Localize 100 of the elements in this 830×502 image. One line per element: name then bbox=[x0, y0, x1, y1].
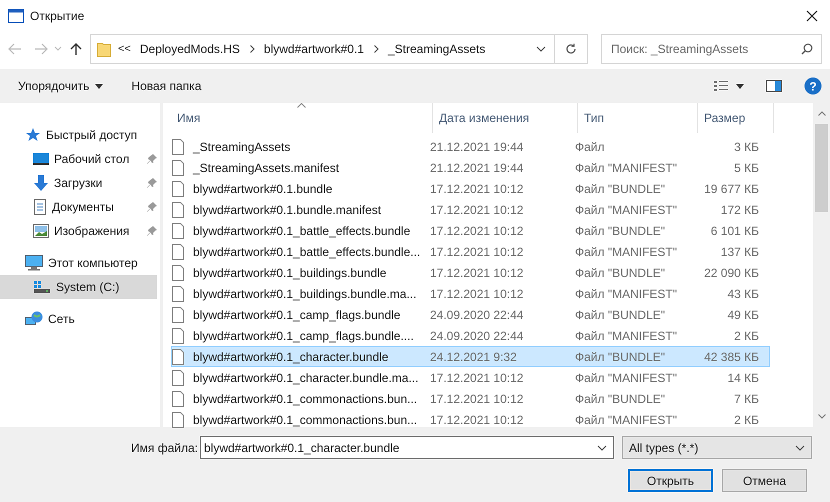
table-cell-text: Файл "BUNDLE" bbox=[574, 390, 666, 408]
table-cell-text: Файл "MANIFEST" bbox=[574, 412, 678, 428]
globe-icon bbox=[25, 311, 43, 327]
pin-icon[interactable] bbox=[147, 178, 157, 188]
file-icon bbox=[172, 180, 184, 196]
sidebar-item[interactable]: Сеть bbox=[0, 307, 157, 331]
file-row[interactable]: blywd#artwork#0.1.bundle 17.12.2021 10:12 Файл "BUNDLE" 19 677 КБ bbox=[171, 178, 770, 199]
column-header[interactable]: Размер bbox=[698, 103, 774, 133]
dialog-button[interactable]: Открыть bbox=[628, 469, 713, 492]
table-cell-text: 49 КБ bbox=[726, 306, 759, 324]
table-cell-text: blywd#artwork#0.1_camp_flags.bundle.... bbox=[192, 328, 415, 344]
table-cell-text: Файл "BUNDLE" bbox=[574, 222, 666, 240]
pin-icon[interactable] bbox=[147, 226, 157, 236]
sidebar-item[interactable]: Документы bbox=[0, 195, 157, 219]
column-header[interactable]: Тип bbox=[578, 103, 698, 133]
file-row[interactable]: _StreamingAssets 21.12.2021 19:44 Файл 3 КБ bbox=[171, 136, 770, 157]
view-options-icon[interactable] bbox=[714, 80, 744, 92]
file-icon bbox=[172, 390, 184, 406]
file-row[interactable]: blywd#artwork#0.1_camp_flags.bundle 24.09.2020 22:44 Файл "BUNDLE" 49 КБ bbox=[171, 304, 770, 325]
file-icon bbox=[172, 160, 184, 176]
table-cell-text: blywd#artwork#0.1_battle_effects.bundle bbox=[192, 222, 412, 240]
table-cell-text: 24.09.2020 22:44 bbox=[429, 328, 524, 344]
file-row[interactable]: _StreamingAssets.manifest 21.12.2021 19:44 Файл "MANIFEST" 5 КБ bbox=[171, 157, 770, 178]
dropdown-icon[interactable] bbox=[597, 445, 607, 451]
help-icon[interactable]: ? bbox=[804, 77, 822, 95]
table-cell-text: 17.12.2021 10:12 bbox=[429, 222, 524, 240]
table-cell-text: _StreamingAssets bbox=[192, 138, 292, 156]
file-type-dropdown[interactable]: All types (*.*) bbox=[622, 436, 812, 459]
table-cell-text: 24.12.2021 9:32 bbox=[429, 348, 518, 366]
file-row[interactable]: blywd#artwork#0.1_buildings.bundle.ma... 17.12.2021 10:12 Файл "MANIFEST" 43 КБ bbox=[171, 283, 770, 304]
pin-icon[interactable] bbox=[147, 154, 157, 164]
table-cell-text: 3 КБ bbox=[733, 138, 759, 156]
file-name-field[interactable]: blywd#artwork#0.1_character.bundle bbox=[200, 436, 614, 459]
file-row[interactable]: blywd#artwork#0.1_character.bundle 24.12.2021 9:32 Файл "BUNDLE" 42 385 КБ bbox=[171, 346, 770, 367]
file-icon bbox=[172, 328, 184, 344]
folder-icon bbox=[97, 41, 111, 57]
file-row[interactable]: blywd#artwork#0.1_battle_effects.bundle... 17.12.2021 10:12 Файл "MANIFEST" 137 КБ bbox=[171, 241, 770, 262]
table-cell-text: 17.12.2021 10:12 bbox=[429, 412, 524, 428]
preview-pane-icon[interactable] bbox=[766, 80, 782, 92]
dialog-button[interactable]: Отмена bbox=[722, 469, 807, 492]
sidebar-item[interactable]: Рабочий стол bbox=[0, 147, 157, 171]
pin-icon[interactable] bbox=[147, 202, 157, 212]
overflow-chevron[interactable]: << bbox=[118, 40, 131, 58]
table-cell-text: blywd#artwork#0.1_commonactions.bun... bbox=[192, 390, 418, 408]
file-icon bbox=[172, 286, 184, 302]
file-row[interactable]: blywd#artwork#0.1.bundle.manifest 17.12.2021 10:12 Файл "MANIFEST" 172 КБ bbox=[171, 199, 770, 220]
up-arrow-icon[interactable] bbox=[70, 42, 82, 56]
table-cell-text: Файл "MANIFEST" bbox=[574, 370, 678, 386]
table-cell-text: 7 КБ bbox=[733, 390, 759, 408]
table-cell-text: 43 КБ bbox=[726, 286, 759, 302]
dropdown-icon[interactable] bbox=[536, 46, 546, 52]
organize-button[interactable]: Упорядочить bbox=[8, 74, 114, 98]
file-row[interactable]: blywd#artwork#0.1_commonactions.bun... 17.12.2021 10:12 Файл "BUNDLE" 7 КБ bbox=[171, 388, 770, 409]
table-cell-text: 17.12.2021 10:12 bbox=[429, 286, 524, 302]
file-row[interactable]: blywd#artwork#0.1_battle_effects.bundle 17.12.2021 10:12 Файл "BUNDLE" 6 101 КБ bbox=[171, 220, 770, 241]
search-field[interactable]: Поиск: _StreamingAssets bbox=[601, 34, 822, 64]
table-cell-text: 17.12.2021 10:12 bbox=[429, 244, 524, 260]
new-folder-button[interactable]: Новая папка bbox=[121, 74, 212, 98]
file-row[interactable]: blywd#artwork#0.1_camp_flags.bundle.... 24.09.2020 22:44 Файл "MANIFEST" 2 КБ bbox=[171, 325, 770, 346]
file-icon bbox=[172, 264, 184, 280]
scrollbar-thumb[interactable] bbox=[815, 124, 828, 212]
down-arrow-icon bbox=[33, 175, 49, 191]
table-cell-text: Файл bbox=[574, 138, 606, 156]
sidebar-item[interactable]: Этот компьютер bbox=[0, 251, 157, 275]
table-cell-text: Файл "BUNDLE" bbox=[574, 264, 666, 282]
file-row[interactable]: blywd#artwork#0.1_buildings.bundle 17.12.2021 10:12 Файл "BUNDLE" 22 090 КБ bbox=[171, 262, 770, 283]
file-icon bbox=[172, 412, 184, 428]
table-cell-text: Файл "MANIFEST" bbox=[574, 286, 678, 302]
breadcrumb[interactable]: DeployedMods.HS bbox=[140, 40, 240, 58]
chevron-icon[interactable] bbox=[250, 45, 255, 53]
refresh-icon[interactable] bbox=[565, 43, 577, 55]
file-row[interactable]: blywd#artwork#0.1_character.bundle.ma... 17.12.2021 10:12 Файл "MANIFEST" 14 КБ bbox=[171, 367, 770, 388]
close-icon[interactable] bbox=[806, 10, 818, 22]
document-icon bbox=[33, 199, 47, 215]
column-header[interactable]: Имя bbox=[171, 103, 433, 133]
column-header[interactable]: Дата изменения bbox=[433, 103, 578, 133]
file-icon bbox=[172, 222, 184, 238]
scroll-up-icon[interactable] bbox=[818, 111, 826, 116]
sidebar-item[interactable]: Загрузки bbox=[0, 171, 157, 195]
table-cell-text: Файл "MANIFEST" bbox=[574, 202, 678, 218]
table-cell-text: 42 385 КБ bbox=[703, 348, 759, 366]
table-cell-text: Файл "BUNDLE" bbox=[574, 180, 666, 198]
breadcrumb[interactable]: blywd#artwork#0.1 bbox=[264, 40, 364, 58]
address-bar[interactable]: << DeployedMods.HS blywd#artwork#0.1 _StreamingAssets bbox=[90, 34, 588, 64]
sidebar-item[interactable]: Изображения bbox=[0, 219, 157, 243]
caret-icon bbox=[95, 84, 104, 88]
file-name-label: Имя файла: bbox=[131, 440, 199, 456]
file-icon bbox=[172, 244, 184, 260]
scroll-down-icon[interactable] bbox=[818, 414, 826, 419]
table-cell-text: 17.12.2021 10:12 bbox=[429, 370, 524, 386]
table-cell-text: Файл "BUNDLE" bbox=[574, 306, 666, 324]
file-row[interactable]: blywd#artwork#0.1_commonactions.bun... 17.12.2021 10:12 Файл "MANIFEST" 2 КБ bbox=[171, 409, 770, 430]
table-cell-text: blywd#artwork#0.1_character.bundle.ma... bbox=[192, 370, 420, 386]
chevron-icon[interactable] bbox=[374, 45, 379, 53]
breadcrumb[interactable]: _StreamingAssets bbox=[388, 40, 486, 58]
sidebar-item[interactable]: Быстрый доступ bbox=[0, 123, 157, 147]
sidebar-item[interactable]: System (C:) bbox=[0, 275, 157, 299]
dropdown-icon[interactable] bbox=[795, 444, 805, 450]
table-cell-text: Файл "BUNDLE" bbox=[574, 348, 666, 366]
search-icon bbox=[801, 43, 813, 55]
